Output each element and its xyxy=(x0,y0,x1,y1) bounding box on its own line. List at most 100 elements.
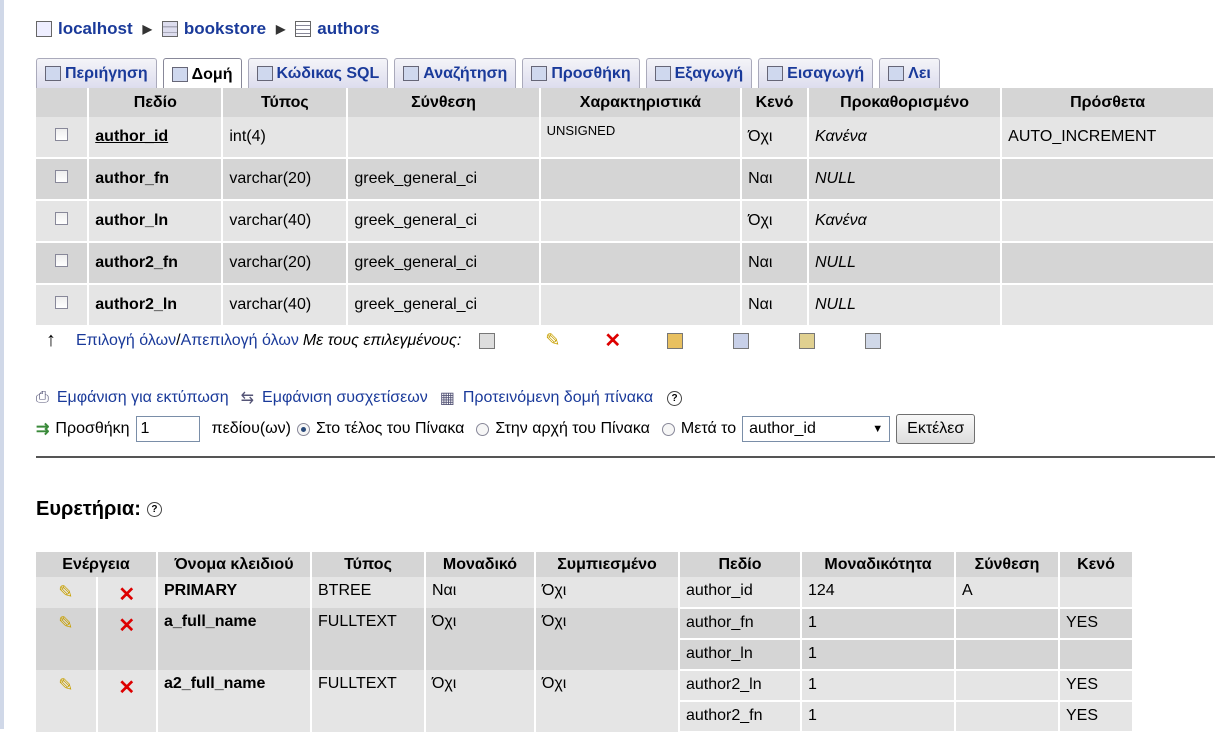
tab-6[interactable]: Εισαγωγή xyxy=(758,58,874,88)
export-icon xyxy=(654,66,671,81)
structure-cell-default: Κανένα xyxy=(807,200,1003,243)
at-end-radio[interactable] xyxy=(296,422,310,436)
structure-col-header[interactable]: Πρόσθετα xyxy=(1001,88,1215,117)
structure-col-header[interactable]: Χαρακτηριστικά xyxy=(539,88,743,117)
after-field-value: author_id xyxy=(749,420,816,437)
structure-cell-type: varchar(20) xyxy=(222,158,349,201)
at-end-label[interactable]: Στο τέλος του Πίνακα xyxy=(316,420,464,438)
index-type: FULLTEXT xyxy=(311,608,426,670)
tab-7[interactable]: Λει xyxy=(879,58,940,88)
at-start-label[interactable]: Στην αρχή του Πίνακα xyxy=(495,420,649,438)
row-select-cell xyxy=(36,117,90,159)
tab-label: Εξαγωγή xyxy=(674,64,744,82)
structure-cell-field[interactable]: author_id xyxy=(88,117,224,159)
tab-bar: Περιήγηση Δομή Κώδικας SQL Αναζήτηση Προσθήκ… xyxy=(36,58,940,90)
at-start-radio[interactable] xyxy=(476,422,490,436)
edit-index-icon[interactable]: ✎ xyxy=(58,582,73,602)
index-collation xyxy=(955,608,1060,640)
index-col-header: Τύπος xyxy=(311,552,426,577)
index-field: author2_ln xyxy=(679,670,802,702)
structure-cell-field[interactable]: author2_ln xyxy=(88,284,224,327)
indexes-header-row: Ενέργεια Όνομα κλειδιού Τύπος Μοναδικό Συμπι… xyxy=(36,552,1134,577)
divider xyxy=(36,456,1215,458)
breadcrumb-table[interactable]: authors xyxy=(317,19,379,39)
edit-index-icon-cell: ✎ xyxy=(36,670,98,732)
structure-col-header[interactable]: Τύπος xyxy=(222,88,349,117)
chevron-down-icon: ▼ xyxy=(872,423,884,435)
print-view-link[interactable]: Εμφάνιση για εκτύπωση xyxy=(57,389,229,407)
relation-icon: ⇆ xyxy=(240,390,255,407)
main-content: localhost ▶ bookstore ▶ authors Περιήγησ… xyxy=(36,14,1215,733)
structure-col-header[interactable]: Κενό xyxy=(741,88,809,117)
structure-row: author_ln varchar(40) greek_general_ci Όχι Κ… xyxy=(36,200,1215,243)
structure-col-header[interactable]: Προκαθορισμένο xyxy=(807,88,1003,117)
index-row: ✎ ✕ a2_full_name FULLTEXT Όχι Όχι author2_ln 1 Y… xyxy=(36,670,1134,732)
go-button[interactable]: Εκτέλεσ xyxy=(896,414,976,444)
drop-index-icon[interactable]: ✕ xyxy=(118,677,135,699)
select-column-header xyxy=(36,88,90,117)
tab-0[interactable]: Περιήγηση xyxy=(36,58,157,88)
primary-selected-icon[interactable] xyxy=(667,332,684,349)
help-icon[interactable]: ? xyxy=(146,502,162,518)
row-checkbox[interactable] xyxy=(55,296,69,309)
structure-col-header[interactable]: Σύνθεση xyxy=(347,88,541,117)
structure-cell-type: varchar(40) xyxy=(222,284,349,327)
structure-cell-field[interactable]: author2_fn xyxy=(88,242,224,285)
index-field: author_ln xyxy=(679,639,802,671)
unique-selected-icon[interactable] xyxy=(733,332,750,349)
tab-4[interactable]: Προσθήκη xyxy=(522,58,640,88)
structure-cell-field[interactable]: author_ln xyxy=(88,200,224,243)
edit-index-icon[interactable]: ✎ xyxy=(58,613,73,633)
tab-2[interactable]: Κώδικας SQL xyxy=(247,58,389,88)
structure-cell-default: NULL xyxy=(807,284,1003,327)
edit-index-icon[interactable]: ✎ xyxy=(58,675,73,695)
drop-index-icon[interactable]: ✕ xyxy=(118,615,135,637)
structure-icon xyxy=(171,67,188,82)
with-selected-label: Με τους επιλεγμένους: xyxy=(302,331,462,349)
drop-index-icon[interactable]: ✕ xyxy=(118,584,135,606)
after-radio[interactable] xyxy=(661,422,675,436)
after-label[interactable]: Μετά το xyxy=(681,420,736,438)
row-select-cell xyxy=(36,200,90,243)
structure-cell-field[interactable]: author_fn xyxy=(88,158,224,201)
structure-cell-collation xyxy=(347,117,541,159)
index-selected-icon[interactable] xyxy=(799,332,816,349)
index-type: FULLTEXT xyxy=(311,670,426,732)
relation-view-link[interactable]: Εμφάνιση συσχετίσεων xyxy=(262,389,428,407)
index-row: ✎ ✕ PRIMARY BTREE Ναι Όχι author_id 124 A xyxy=(36,577,1134,609)
structure-cell-extra xyxy=(1001,158,1215,201)
index-name: a2_full_name xyxy=(157,670,312,732)
structure-row: author_id int(4) UNSIGNED Όχι Κανένα AUTO_INC… xyxy=(36,117,1215,159)
fulltext-selected-icon[interactable] xyxy=(865,332,882,349)
row-checkbox[interactable] xyxy=(55,170,69,183)
field-count-input[interactable]: 1 xyxy=(135,416,200,442)
row-checkbox[interactable] xyxy=(55,212,69,225)
drop-selected-icon[interactable]: ✕ xyxy=(604,328,621,353)
edit-selected-icon[interactable]: ✎ xyxy=(545,330,560,351)
server-icon xyxy=(36,21,52,37)
arrow-up-icon: ↑ xyxy=(46,329,56,351)
structure-header-row: Πεδίο Τύπος Σύνθεση Χαρακτηριστικά Κενό Προκα… xyxy=(36,88,1215,117)
structure-cell-collation: greek_general_ci xyxy=(347,284,541,327)
index-cardinality: 1 xyxy=(801,608,956,640)
row-checkbox[interactable] xyxy=(55,128,69,141)
browse-selected-icon[interactable] xyxy=(479,332,496,349)
tab-5[interactable]: Εξαγωγή xyxy=(645,58,753,88)
structure-cell-extra xyxy=(1001,200,1215,243)
select-all-link[interactable]: Επιλογή όλων xyxy=(76,332,176,350)
index-col-header: Συμπιεσμένο xyxy=(535,552,680,577)
row-checkbox[interactable] xyxy=(55,254,69,267)
tab-1[interactable]: Δομή xyxy=(162,58,242,90)
help-icon[interactable]: ? xyxy=(667,390,683,406)
propose-structure-link[interactable]: Προτεινόμενη δομή πίνακα xyxy=(463,389,653,407)
structure-col-header[interactable]: Πεδίο xyxy=(88,88,224,117)
row-select-cell xyxy=(36,242,90,285)
breadcrumb-server[interactable]: localhost xyxy=(58,19,133,39)
after-field-select[interactable]: author_id ▼ xyxy=(742,416,891,442)
index-col-header: Όνομα κλειδιού xyxy=(157,552,312,577)
breadcrumb-database[interactable]: bookstore xyxy=(184,19,266,39)
index-packed: Όχι xyxy=(535,670,680,732)
index-cardinality: 1 xyxy=(801,639,956,671)
tab-3[interactable]: Αναζήτηση xyxy=(394,58,517,88)
deselect-all-link[interactable]: Απεπιλογή όλων xyxy=(181,332,299,350)
